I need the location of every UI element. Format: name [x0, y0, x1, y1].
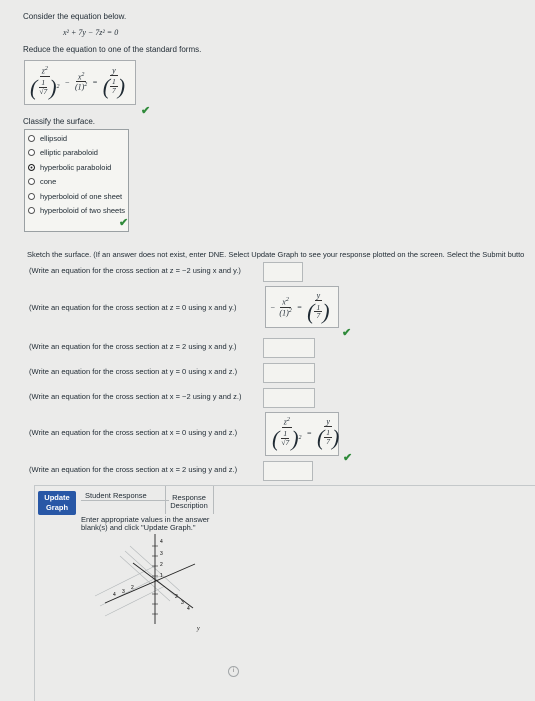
cross-section-y0-input[interactable] [263, 363, 315, 383]
option-hyperboloid-one-sheet[interactable]: hyperboloid of one sheet [25, 189, 128, 204]
update-graph-button[interactable]: Update Graph [38, 491, 76, 515]
cross-section-prompt: (Write an equation for the cross section… [29, 428, 238, 437]
y-axis-line [104, 563, 196, 604]
z-tick-label: 3 [160, 551, 163, 557]
option-cone[interactable]: cone [25, 175, 128, 190]
x-term-fraction: x2 (1)2 [74, 71, 88, 93]
z-tick-label: 1 [160, 573, 163, 579]
info-icon[interactable]: i [228, 666, 239, 677]
y-term-fraction: y ( 17 ) [102, 65, 126, 99]
radio-icon[interactable] [28, 134, 35, 142]
check-icon: ✔ [141, 105, 151, 117]
graph-widget: Update Graph Student Response Response D… [34, 485, 535, 701]
cross-section-z2-input[interactable] [263, 338, 315, 358]
equation: x² + 7y − 7z² = 0 [63, 28, 119, 37]
surface-options: ellipsoid elliptic paraboloid hyperbolic… [24, 129, 129, 232]
sketch-prompt: Sketch the surface. (If an answer does n… [27, 250, 525, 259]
grid-lines [94, 545, 181, 617]
y-axis-label: y [196, 626, 200, 632]
cross-section-prompt: (Write an equation for the cross section… [29, 465, 238, 474]
x-tick-label: 3 [122, 589, 125, 595]
x-tick-label: 2 [131, 585, 134, 591]
radio-icon[interactable] [28, 178, 35, 186]
z-tick-label: 2 [160, 562, 163, 568]
radio-icon[interactable] [28, 149, 35, 157]
cross-section-prompt: (Write an equation for the cross section… [29, 266, 241, 275]
radio-icon[interactable] [28, 207, 35, 215]
option-elliptic-paraboloid[interactable]: elliptic paraboloid [25, 146, 128, 161]
check-icon: ✔ [343, 452, 353, 464]
y-tick-label: 4 [187, 606, 190, 612]
cross-section-x0-answer[interactable]: z2(1 √7) 2 = y(1 7) [265, 412, 339, 456]
radio-selected-icon[interactable] [28, 163, 35, 171]
classify-prompt: Classify the surface. [23, 117, 96, 126]
option-ellipsoid[interactable]: ellipsoid [25, 131, 128, 146]
cross-section-x-neg2-input[interactable] [263, 388, 315, 408]
cross-section-prompt: (Write an equation for the cross section… [29, 303, 237, 312]
option-hyperboloid-two-sheets[interactable]: hyperboloid of two sheets [25, 204, 128, 219]
cross-section-prompt: (Write an equation for the cross section… [29, 367, 238, 376]
y-tick-label: 2 [175, 594, 178, 600]
z-term-fraction: z2 ( 1 √7 ) 2 [30, 66, 60, 100]
tab-student-response[interactable]: Student Response [85, 491, 147, 500]
radio-icon[interactable] [28, 192, 35, 200]
check-icon: ✔ [342, 327, 352, 339]
check-icon: ✔ [119, 217, 129, 229]
intro-text: Consider the equation below. [23, 12, 127, 21]
cross-section-z-neg2-input[interactable] [263, 262, 303, 282]
cross-section-prompt: (Write an equation for the cross section… [29, 392, 242, 401]
reduce-prompt: Reduce the equation to one of the standa… [23, 45, 202, 54]
x-tick-label: 4 [113, 592, 116, 598]
standard-form-answer[interactable]: z2 ( 1 √7 ) 2 − x2 (1)2 = y ( 17 ) [24, 60, 136, 105]
cross-section-x2-input[interactable] [263, 461, 313, 481]
axes-plot: 4 3 2 1 4 3 2 2 3 4 y [94, 534, 200, 632]
y-tick-label: 3 [181, 600, 184, 606]
tab-response-description[interactable]: Response Description [167, 494, 211, 510]
cross-section-z0-answer[interactable]: − x2 (1)2 = y(1 7) [265, 286, 339, 328]
option-hyperbolic-paraboloid[interactable]: hyperbolic paraboloid [25, 160, 128, 175]
z-tick-label: 4 [160, 539, 163, 545]
x-axis-line [132, 562, 194, 609]
cross-section-prompt: (Write an equation for the cross section… [29, 342, 237, 351]
